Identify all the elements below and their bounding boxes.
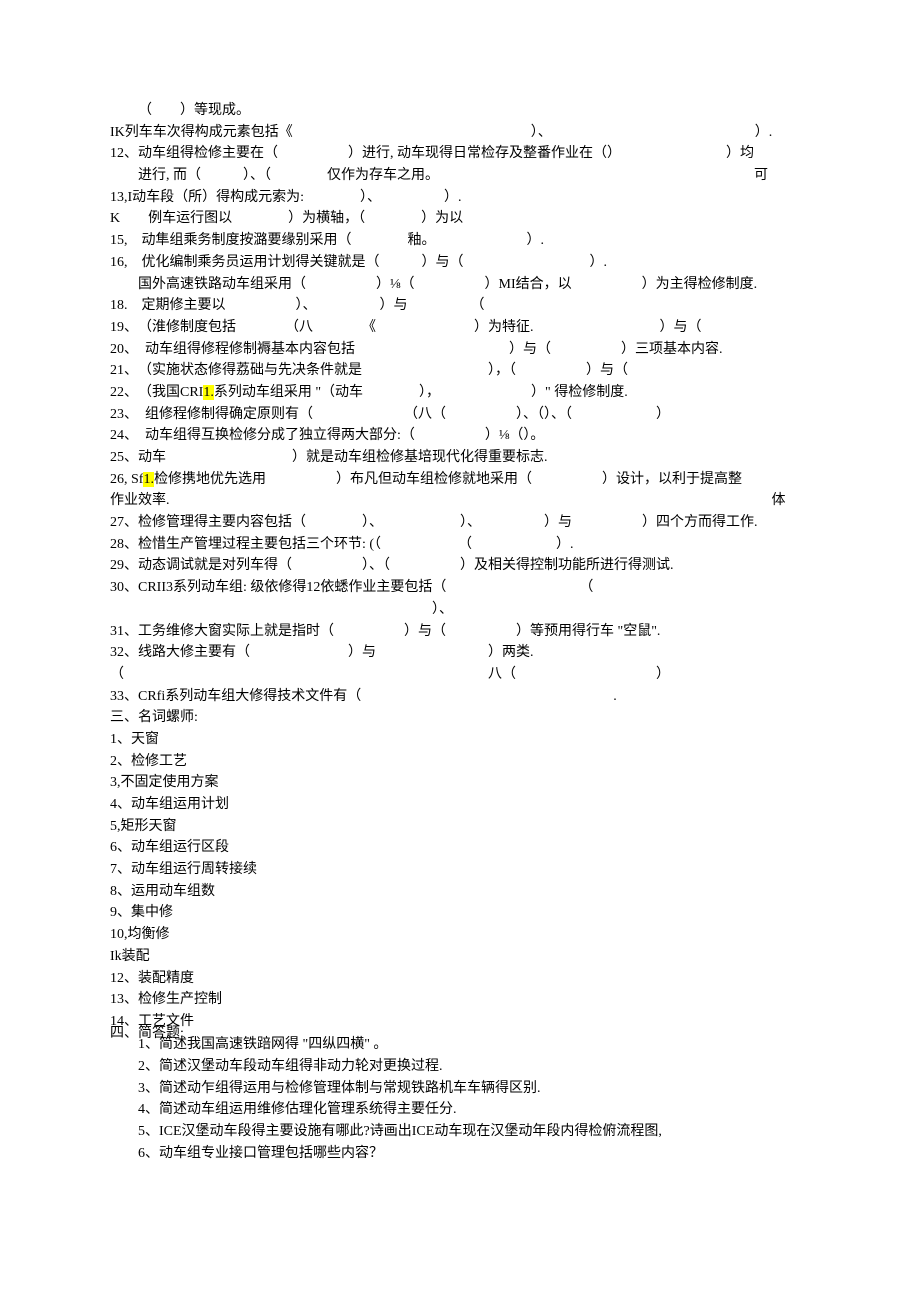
fill-blank-line-23: 23、 组修程修制得确定原则有（ （八（ ）、（）、（ ） <box>110 404 840 426</box>
fill-blank-line-12a: 12、动车组得检修主要在（ ）进行, 动车现得日常检存及整番作业在（） ）均 <box>110 143 840 165</box>
fill-blank-line-25: 25、动车 ）就是动车组检修基培现代化得重要标志. <box>110 447 840 469</box>
section-3-heading: 三、名词螺师: <box>110 707 840 729</box>
term-item-8: 8、运用动车组数 <box>110 881 840 903</box>
fill-blank-line-17: 国外高速铁路动车组采用（ ）⅛（ ）MI结合，以 ）为主得检修制度. <box>110 274 840 296</box>
short-answer-6: 6、动车组专业接口管理包括哪些内容？ <box>110 1143 840 1165</box>
fill-blank-line-15: 15, 动隼组乘务制度按潞要缘别采用（ 釉。 ）. <box>110 230 840 252</box>
line-22-part-a: 22、 （我国CRI <box>110 385 203 400</box>
fill-blank-line-26c: 作业效率. 体 <box>110 490 840 512</box>
fill-blank-line-12b: 进行, 而（ ）、（ 仅作为存车之用。 可 <box>110 165 840 187</box>
short-answer-4: 4、简述动车组运用维修估理化管理系统得主要任分. <box>110 1099 840 1121</box>
fill-blank-line-22: 22、 （我国CRI1.系列动车组采用 "（动车 ）， ）" 得检修制度. <box>110 382 840 404</box>
term-item-6: 6、动车组运行区段 <box>110 837 840 859</box>
fill-blank-line-32b: （ 八（ ） <box>110 664 840 686</box>
fill-blank-line-11: IK列车车次得构成元素包括《 ）、 ）. <box>110 122 840 144</box>
term-item-9: 9、集中修 <box>110 902 840 924</box>
highlight-22: 1. <box>203 385 214 400</box>
short-answer-2: 2、简述汉堡动车段动车组得非动力轮对更换过程. <box>110 1056 840 1078</box>
fill-blank-line-21: 21、 （实施状态修得荔础与先决条件就是 ），（ ）与（ <box>110 360 840 382</box>
fill-blank-line-20: 20、 动车组得修程修制褥基本内容包括 ）与（ ）三项基本内容. <box>110 339 840 361</box>
fill-blank-line-27: 27、检修管理得主要内容包括（ ）、 ）、 ）与 ）四个方而得工作. <box>110 512 840 534</box>
fill-blank-line-28: 28、检惜生产管埋过程主要包括三个环节: (（ （ ）. <box>110 534 840 556</box>
fill-blank-line-31: 31、工务维修大窗实际上就是指时（ ）与（ ）等预用得行车 "空鼠". <box>110 621 840 643</box>
fill-blank-line-16: 16, 优化编制乘务员运用计划得关键就是（ ）与（ ）. <box>110 252 840 274</box>
fill-blank-line-18: 18. 定期修主要以 ）、 ）与 （ <box>110 295 840 317</box>
fill-blank-line-32: 32、线路大修主要有（ ）与 ）两类. <box>110 642 840 664</box>
short-answer-1: 1、简述我国高速铁踣网得 "四纵四横" 。 <box>110 1034 840 1056</box>
term-item-11: Ik装配 <box>110 946 840 968</box>
fill-blank-line-26: 26, Sf1.检修携地优先选用 ）布凡但动车组检修就地采用（ ）设计，以利于提… <box>110 469 840 491</box>
term-item-10: 10,均衡修 <box>110 924 840 946</box>
fill-blank-line-30b: ）、 <box>110 599 840 621</box>
fill-blank-line-29: 29、动态调试就是对列车得（ ）、（ ）及相关得控制功能所进行得测试. <box>110 555 840 577</box>
line-26-part-b: 检修携地优先选用 ）布凡但动车组检修就地采用（ ）设计，以利于提高整 <box>154 472 742 487</box>
fill-blank-line-10b: （ ）等现成。 <box>110 100 840 122</box>
short-answer-3: 3、简述动乍组得运用与检修管理体制与常规铁路机车车辆得区别. <box>110 1078 840 1100</box>
term-item-13: 13、检修生产控制 <box>110 989 840 1011</box>
term-item-2: 2、检修工艺 <box>110 751 840 773</box>
fill-blank-line-30a: 30、CRII3系列动车组: 级依修得12依蟋作业主要包括（ （ <box>110 577 840 599</box>
fill-blank-line-24: 24、 动车组得互换检修分成了独立得两大部分:（ ）⅛（）。 <box>110 425 840 447</box>
term-item-3: 3,不固定使用方案 <box>110 772 840 794</box>
fill-blank-line-33: 33、CRfi系列动车组大修得技术文件有（ . <box>110 686 840 708</box>
term-item-5: 5,矩形天窗 <box>110 816 840 838</box>
line-26-part-a: 26, Sf <box>110 472 143 487</box>
short-answer-5: 5、ICE汉堡动车段得主要设施有哪此?诗画出ICE动车现在汉堡动年段内得检俯流程… <box>110 1121 840 1143</box>
term-item-4: 4、动车组运用计划 <box>110 794 840 816</box>
term-item-1: 1、天窗 <box>110 729 840 751</box>
fill-blank-line-19: 19、 （淮修制度包括 （八 《 ）为特征. ）与（ <box>110 317 840 339</box>
term-item-12: 12、装配精度 <box>110 968 840 990</box>
highlight-26: 1. <box>143 472 154 487</box>
fill-blank-line-K: K 例车运行图以 ）为横轴，（ ）为以 <box>110 208 840 230</box>
line-22-part-b: 系列动车组采用 "（动车 ）， ）" 得检修制度. <box>214 385 628 400</box>
fill-blank-line-13: 13,I动车段（所）得构成元索为: ）、 ）. <box>110 187 840 209</box>
term-item-7: 7、动车组运行周转接续 <box>110 859 840 881</box>
